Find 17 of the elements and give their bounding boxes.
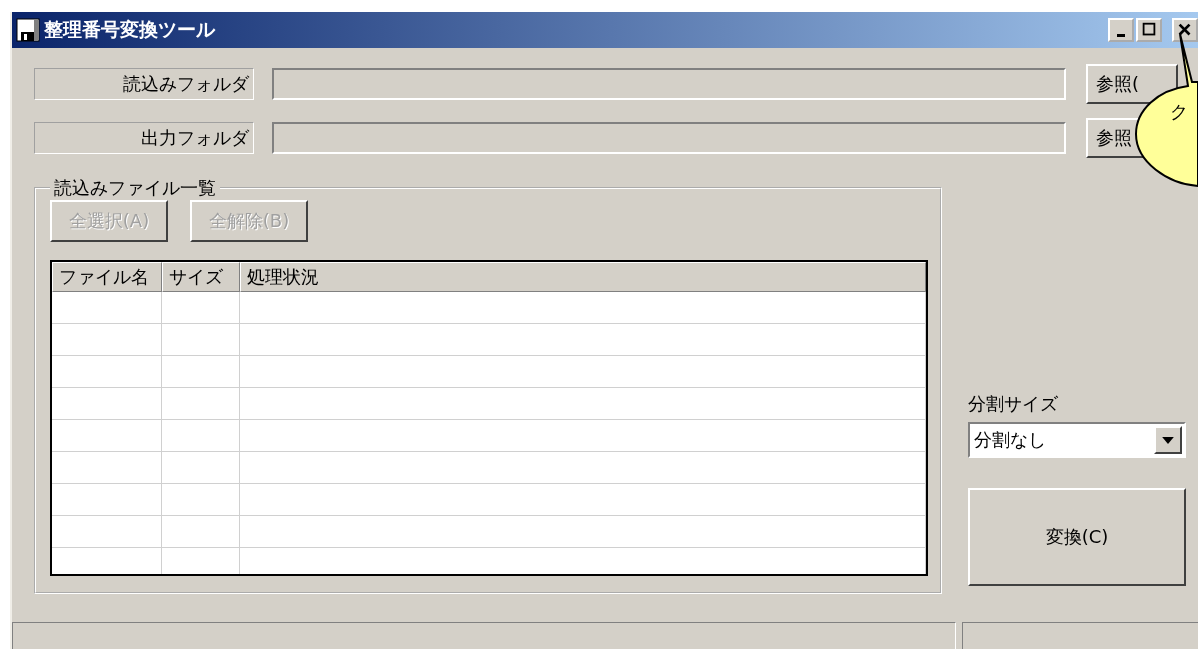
column-header[interactable]: ファイル名 — [52, 262, 162, 292]
folder-label: 読込みフォルダ — [34, 68, 254, 100]
column-header[interactable]: サイズ — [162, 262, 240, 292]
folder-path-field[interactable] — [272, 122, 1066, 154]
minimize-button[interactable] — [1108, 18, 1134, 42]
column-header[interactable]: 処理状況 — [240, 262, 926, 292]
folder-label: 出力フォルダ — [34, 122, 254, 154]
maximize-button[interactable] — [1136, 18, 1162, 42]
browse-button[interactable]: 参照( — [1086, 64, 1178, 104]
group-legend: 読込みファイル一覧 — [50, 176, 220, 200]
split-size-label: 分割サイズ — [968, 392, 1059, 416]
close-button[interactable] — [1172, 18, 1198, 42]
minimize-icon — [1117, 33, 1125, 37]
folder-path-field[interactable] — [272, 68, 1066, 100]
window-title: 整理番号変換ツール — [44, 17, 215, 42]
convert-button[interactable]: 変換(C) — [968, 488, 1186, 586]
split-size-dropdown[interactable]: 分割なし — [968, 422, 1186, 458]
